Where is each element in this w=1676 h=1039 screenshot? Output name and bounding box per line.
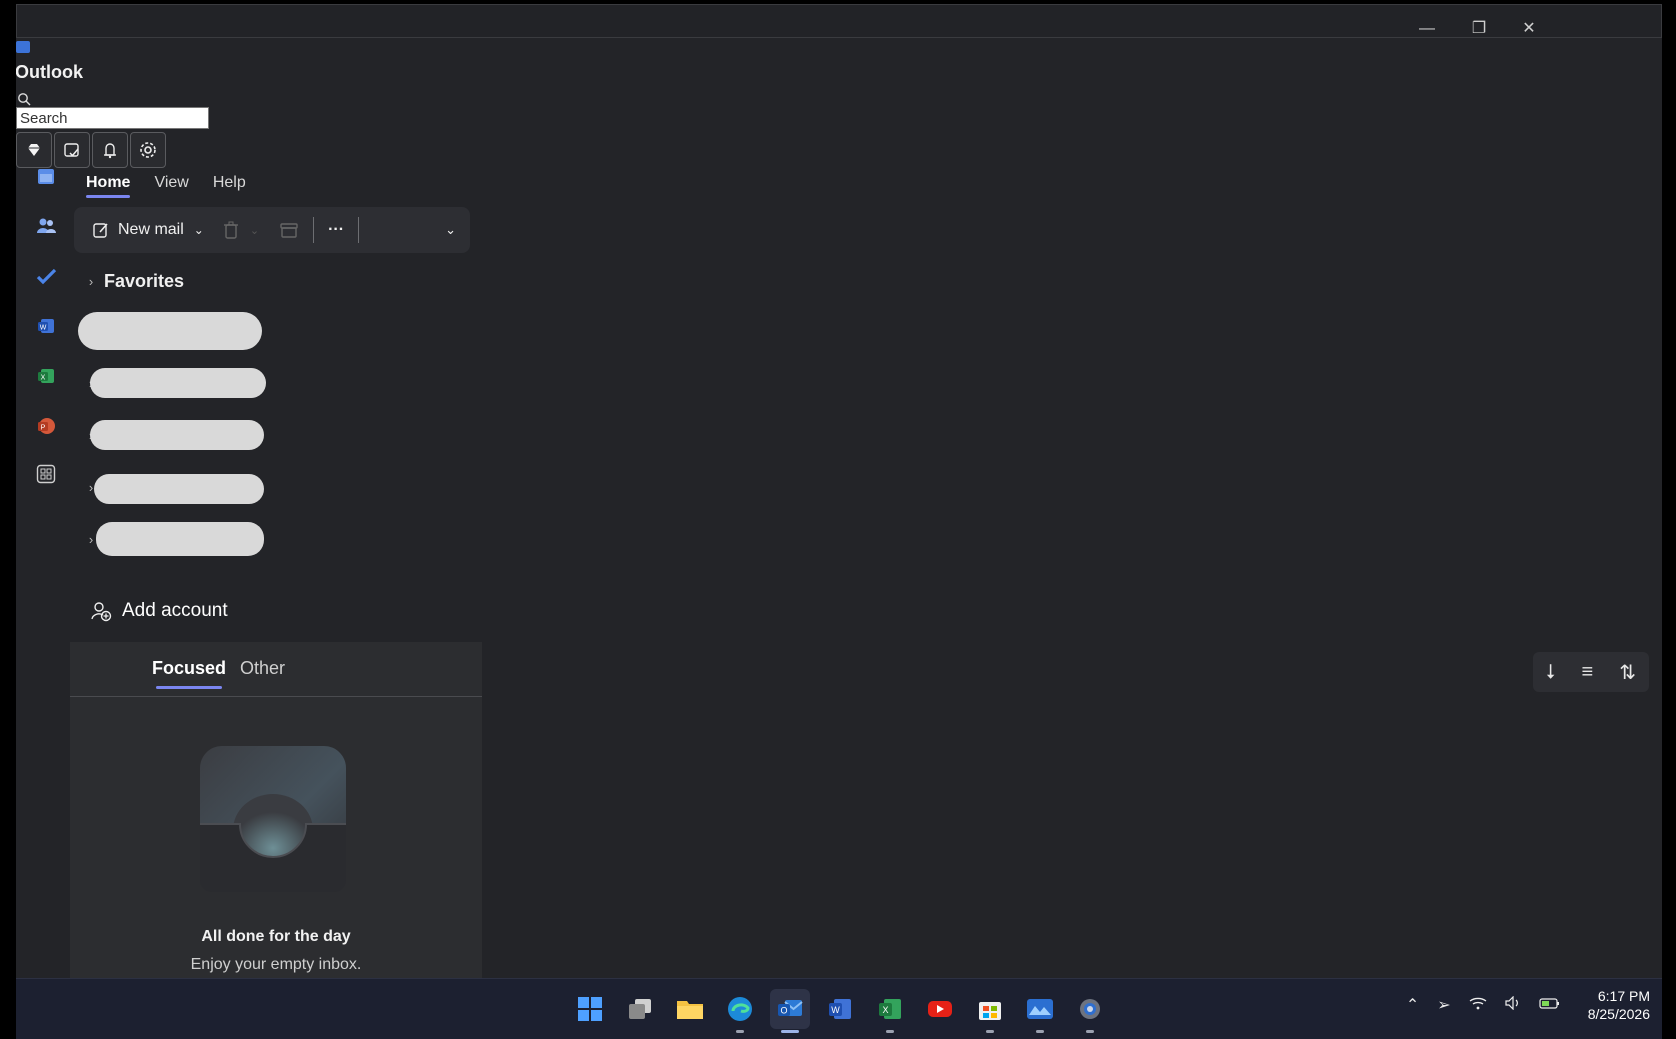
- sort-icon[interactable]: ⇅: [1619, 660, 1636, 685]
- desktop: — ❐ ✕ Outlook Search W X P Home View Hel…: [0, 0, 1676, 1039]
- tab-other[interactable]: Other: [240, 658, 285, 679]
- running-indicator: [986, 1030, 994, 1033]
- search-icon: [18, 93, 31, 106]
- store-icon[interactable]: [970, 989, 1010, 1033]
- people-icon[interactable]: [26, 206, 66, 246]
- tab-focused[interactable]: Focused: [152, 658, 226, 689]
- chevron-down-icon[interactable]: ⌄: [194, 223, 204, 237]
- battery-icon[interactable]: [1539, 996, 1561, 1015]
- whats-new-icon[interactable]: [92, 132, 128, 168]
- chevron-right-icon: ›: [88, 273, 94, 289]
- taskbar: O W X ⌃ ➢ 6:17 PM 8/25/2026: [16, 978, 1662, 1039]
- task-view-icon[interactable]: [620, 989, 660, 1029]
- add-person-icon: [91, 602, 112, 622]
- expand-ribbon-icon[interactable]: ⌄: [445, 222, 456, 238]
- favorites-folder[interactable]: › Favorites: [78, 264, 184, 298]
- add-account-label: Add account: [122, 600, 228, 621]
- calendar-icon[interactable]: [26, 156, 66, 196]
- redacted-account-name: [78, 312, 262, 350]
- message-list: Focused Other All done for the day Enjoy…: [70, 642, 482, 978]
- running-indicator: [1086, 1030, 1094, 1033]
- ribbon-toolbar: New mail ⌄ ⌄ ··· ⌄: [74, 207, 470, 253]
- svg-text:X: X: [882, 1005, 888, 1015]
- location-icon[interactable]: ➢: [1437, 995, 1450, 1015]
- redacted-account-name: [96, 522, 264, 556]
- outlook-window: — ❐ ✕ Outlook Search W X P Home View Hel…: [16, 4, 1662, 978]
- settings-taskbar-icon[interactable]: [1070, 989, 1110, 1033]
- word-icon[interactable]: W: [26, 306, 66, 346]
- new-mail-button[interactable]: New mail ⌄: [92, 221, 204, 239]
- app-title: Outlook: [16, 62, 83, 82]
- show-hidden-icons-icon[interactable]: ⌃: [1406, 995, 1419, 1015]
- active-indicator: [781, 1030, 799, 1033]
- delete-chevron-icon[interactable]: ⌄: [250, 224, 259, 237]
- archive-icon[interactable]: [279, 221, 299, 239]
- compose-icon: [93, 223, 108, 238]
- word-taskbar-icon[interactable]: W: [820, 989, 860, 1029]
- redacted-account-name: [94, 474, 264, 504]
- excel-taskbar-icon[interactable]: X: [870, 989, 910, 1033]
- edge-icon[interactable]: [720, 989, 760, 1033]
- volume-icon[interactable]: [1505, 995, 1521, 1015]
- clock-time: 6:17 PM: [1597, 988, 1650, 1004]
- excel-icon[interactable]: X: [26, 356, 66, 396]
- youtube-icon[interactable]: [920, 989, 960, 1029]
- empty-inbox-illustration: [200, 746, 346, 892]
- favorites-label: Favorites: [104, 270, 185, 291]
- svg-text:W: W: [831, 1005, 840, 1015]
- powerpoint-icon[interactable]: P: [26, 406, 66, 446]
- new-mail-label: New mail: [118, 221, 184, 238]
- wifi-icon[interactable]: [1469, 996, 1487, 1015]
- photos-icon[interactable]: [1020, 989, 1060, 1033]
- minimize-button[interactable]: —: [1417, 19, 1437, 39]
- running-indicator: [736, 1030, 744, 1033]
- jump-down-icon[interactable]: ⭣: [1546, 661, 1555, 684]
- restore-button[interactable]: ❐: [1469, 19, 1489, 39]
- empty-inbox-subtitle: Enjoy your empty inbox.: [190, 956, 362, 973]
- toolbar-divider: [358, 217, 360, 243]
- svg-text:X: X: [41, 375, 46, 382]
- svg-text:P: P: [41, 425, 46, 432]
- filter-icon[interactable]: ≡: [1581, 661, 1593, 684]
- more-options-button[interactable]: ···: [328, 221, 344, 239]
- more-apps-icon[interactable]: [26, 454, 66, 494]
- inbox-tabs: Focused Other: [70, 642, 482, 697]
- clock[interactable]: 6:17 PM 8/25/2026: [1588, 987, 1650, 1023]
- list-tools: ⭣ ≡ ⇅: [1533, 652, 1649, 692]
- system-tray: ⌃ ➢ 6:17 PM 8/25/2026: [1397, 987, 1650, 1023]
- delete-icon[interactable]: [222, 220, 240, 240]
- close-button[interactable]: ✕: [1519, 19, 1539, 39]
- clock-date: 8/25/2026: [1587, 1006, 1650, 1022]
- search-input[interactable]: [16, 107, 209, 129]
- add-account-button[interactable]: Add account: [90, 600, 228, 622]
- ribbon-tabs: Home View Help: [86, 174, 246, 198]
- tab-home[interactable]: Home: [86, 174, 131, 198]
- start-icon[interactable]: [570, 989, 610, 1029]
- toolbar-divider: [313, 217, 315, 243]
- tab-view[interactable]: View: [154, 174, 188, 198]
- redacted-account-name: [90, 420, 264, 450]
- title-bar[interactable]: — ❐ ✕: [16, 4, 1662, 38]
- running-indicator: [886, 1030, 894, 1033]
- running-indicator: [1036, 1030, 1044, 1033]
- file-explorer-icon[interactable]: [670, 989, 710, 1029]
- outlook-taskbar-icon[interactable]: O: [770, 989, 810, 1033]
- settings-icon[interactable]: [130, 132, 166, 168]
- outlook-logo-icon: [16, 41, 30, 53]
- svg-text:O: O: [780, 1006, 787, 1016]
- todo-icon[interactable]: [26, 256, 66, 296]
- svg-text:W: W: [40, 325, 47, 332]
- tab-help[interactable]: Help: [213, 174, 246, 198]
- empty-inbox-title: All done for the day: [201, 928, 351, 945]
- redacted-account-name: [90, 368, 266, 398]
